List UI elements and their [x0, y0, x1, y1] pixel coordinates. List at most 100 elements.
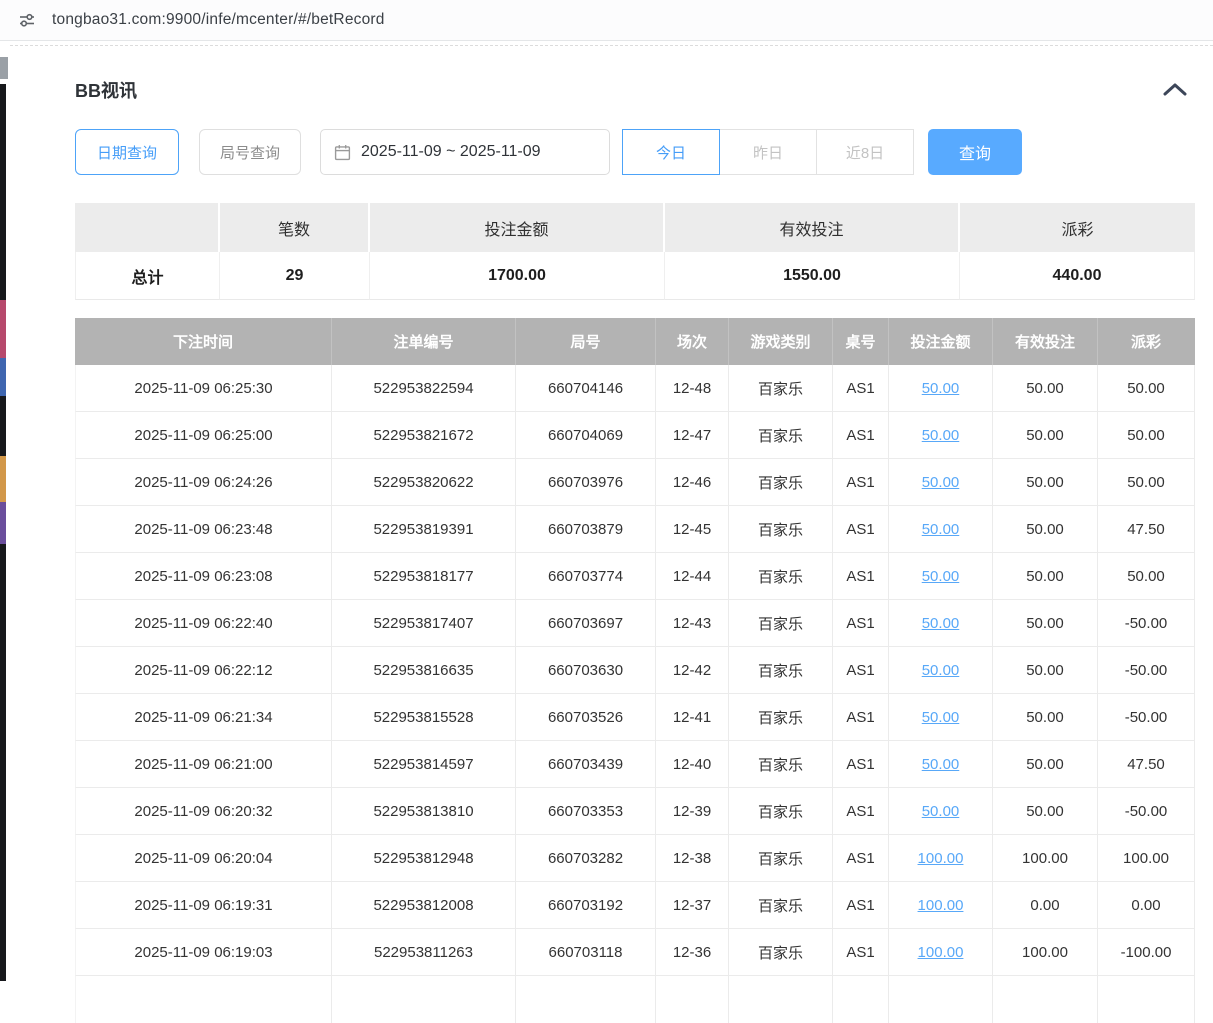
summary-table: 笔数 投注金额 有效投注 派彩 总计 29 1700.00 1550.00 44… [75, 203, 1195, 300]
cell-session: 12-45 [656, 506, 729, 553]
bet-amount-link[interactable]: 50.00 [922, 803, 960, 820]
bet-amount-link[interactable]: 50.00 [922, 427, 960, 444]
cell-round-no: 660704069 [516, 412, 656, 459]
site-settings-tune-icon[interactable] [17, 10, 37, 30]
cell-payout: -100.00 [1098, 929, 1195, 976]
cell-bet-time: 2025-11-09 06:23:08 [75, 553, 332, 600]
cell-bet-time: 2025-11-09 06:24:26 [75, 459, 332, 506]
cell-round-no: 660703774 [516, 553, 656, 600]
cell-valid-bet: 50.00 [993, 788, 1098, 835]
cell-session: 12-36 [656, 929, 729, 976]
table-row: 2025-11-09 06:19:03 522953811263 6607031… [75, 929, 1195, 976]
summary-total-label: 总计 [75, 252, 220, 300]
bet-amount-link[interactable]: 50.00 [922, 474, 960, 491]
table-row: 2025-11-09 06:23:48 522953819391 6607038… [75, 506, 1195, 553]
header-payout: 派彩 [1098, 318, 1195, 365]
header-bet-amount: 投注金额 [889, 318, 993, 365]
yesterday-button[interactable]: 昨日 [719, 129, 817, 175]
cell-table-no: AS1 [833, 882, 889, 929]
date-range-picker[interactable]: 2025-11-09 ~ 2025-11-09 [320, 129, 610, 175]
cell-game-type: 百家乐 [729, 882, 833, 929]
last-8-days-button[interactable]: 近8日 [816, 129, 914, 175]
cell-payout: -50.00 [1098, 647, 1195, 694]
bet-amount-link[interactable]: 50.00 [922, 521, 960, 538]
date-range-value: 2025-11-09 ~ 2025-11-09 [361, 143, 541, 161]
page-title: BB视讯 [75, 77, 137, 103]
cell-table-no: AS1 [833, 694, 889, 741]
cell-valid-bet: 50.00 [993, 741, 1098, 788]
cell-table-no [833, 976, 889, 1023]
bet-amount-link[interactable]: 50.00 [922, 756, 960, 773]
cell-game-type: 百家乐 [729, 600, 833, 647]
collapse-section-button[interactable] [1160, 79, 1190, 99]
bet-amount-link[interactable]: 100.00 [918, 850, 964, 867]
cell-valid-bet: 50.00 [993, 506, 1098, 553]
summary-header-payout: 派彩 [960, 203, 1195, 252]
header-session: 场次 [656, 318, 729, 365]
chevron-up-icon [1163, 82, 1187, 96]
cell-bet-id [332, 976, 516, 1023]
bet-amount-link[interactable]: 100.00 [918, 944, 964, 961]
cell-bet-time: 2025-11-09 06:20:32 [75, 788, 332, 835]
summary-header-blank [75, 203, 220, 252]
cell-bet-time: 2025-11-09 06:19:03 [75, 929, 332, 976]
bet-amount-link[interactable]: 50.00 [922, 568, 960, 585]
cell-bet-amount [889, 976, 993, 1023]
search-button[interactable]: 查询 [928, 129, 1022, 175]
table-row: 2025-11-09 06:23:08 522953818177 6607037… [75, 553, 1195, 600]
table-header-row: 下注时间 注单编号 局号 场次 游戏类别 桌号 投注金额 有效投注 派彩 [75, 318, 1195, 365]
table-row: 2025-11-09 06:25:00 522953821672 6607040… [75, 412, 1195, 459]
cell-round-no [516, 976, 656, 1023]
cell-payout: 50.00 [1098, 553, 1195, 600]
bet-amount-link[interactable]: 50.00 [922, 615, 960, 632]
cell-bet-time: 2025-11-09 06:25:00 [75, 412, 332, 459]
cell-bet-id: 522953819391 [332, 506, 516, 553]
bet-record-table: 下注时间 注单编号 局号 场次 游戏类别 桌号 投注金额 有效投注 派彩 202… [75, 318, 1195, 1023]
bet-amount-link[interactable]: 50.00 [922, 662, 960, 679]
background-color-blob [0, 502, 6, 544]
cell-session: 12-46 [656, 459, 729, 506]
cell-game-type [729, 976, 833, 1023]
table-row: 2025-11-09 06:24:26 522953820622 6607039… [75, 459, 1195, 506]
url-text[interactable]: tongbao31.com:9900/infe/mcenter/#/betRec… [52, 11, 385, 29]
cell-table-no: AS1 [833, 459, 889, 506]
cell-table-no: AS1 [833, 788, 889, 835]
cell-valid-bet: 50.00 [993, 459, 1098, 506]
cell-valid-bet: 50.00 [993, 600, 1098, 647]
cell-session: 12-38 [656, 835, 729, 882]
cell-bet-id: 522953812948 [332, 835, 516, 882]
cell-game-type: 百家乐 [729, 647, 833, 694]
cell-bet-id: 522953812008 [332, 882, 516, 929]
summary-total-valid-bet: 1550.00 [665, 252, 960, 300]
cell-game-type: 百家乐 [729, 506, 833, 553]
cell-session: 12-47 [656, 412, 729, 459]
cell-bet-amount: 50.00 [889, 506, 993, 553]
cell-bet-id: 522953816635 [332, 647, 516, 694]
cell-round-no: 660703879 [516, 506, 656, 553]
table-row: 2025-11-09 06:21:00 522953814597 6607034… [75, 741, 1195, 788]
cell-session: 12-41 [656, 694, 729, 741]
round-query-button[interactable]: 局号查询 [199, 129, 301, 175]
cell-game-type: 百家乐 [729, 553, 833, 600]
cell-round-no: 660703439 [516, 741, 656, 788]
bet-amount-link[interactable]: 100.00 [918, 897, 964, 914]
cell-round-no: 660703526 [516, 694, 656, 741]
cell-table-no: AS1 [833, 741, 889, 788]
today-button[interactable]: 今日 [622, 129, 720, 175]
cell-bet-id: 522953817407 [332, 600, 516, 647]
table-row: 2025-11-09 06:25:30 522953822594 6607041… [75, 365, 1195, 412]
bet-amount-link[interactable]: 50.00 [922, 709, 960, 726]
cell-valid-bet: 50.00 [993, 694, 1098, 741]
cell-payout: -50.00 [1098, 600, 1195, 647]
table-row: 2025-11-09 06:22:12 522953816635 6607036… [75, 647, 1195, 694]
header-table-no: 桌号 [833, 318, 889, 365]
bet-amount-link[interactable]: 50.00 [922, 380, 960, 397]
cell-game-type: 百家乐 [729, 412, 833, 459]
cell-table-no: AS1 [833, 553, 889, 600]
date-query-button[interactable]: 日期查询 [75, 129, 179, 175]
cell-payout: 100.00 [1098, 835, 1195, 882]
cell-round-no: 660704146 [516, 365, 656, 412]
browser-address-bar: tongbao31.com:9900/infe/mcenter/#/betRec… [0, 0, 1213, 41]
cell-payout [1098, 976, 1195, 1023]
cell-valid-bet [993, 976, 1098, 1023]
